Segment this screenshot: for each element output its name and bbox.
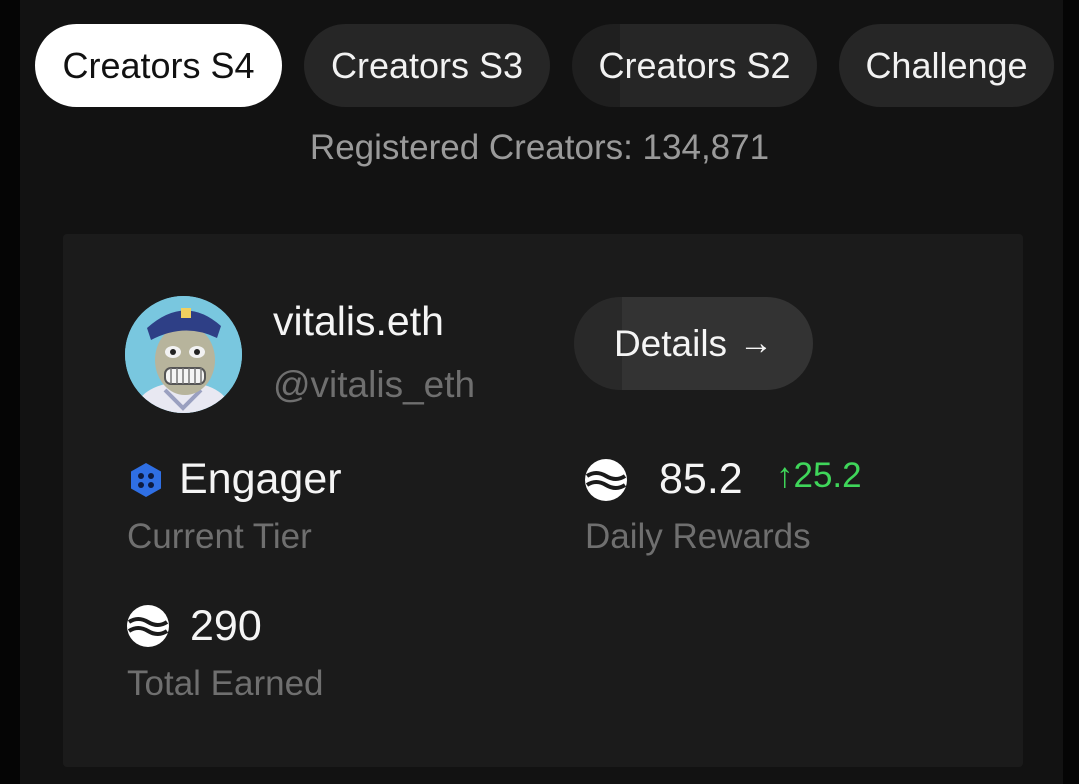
total-earned-label: Total Earned	[127, 664, 324, 703]
details-button[interactable]: Details →	[574, 297, 813, 390]
total-earned-value: 290	[190, 602, 262, 650]
tier-value: Engager	[179, 455, 342, 503]
token-icon	[126, 604, 170, 648]
tab-creators-s2[interactable]: Creators S2	[572, 24, 817, 107]
hexagon-tier-icon	[129, 462, 163, 498]
season-tabs: Creators S4 Creators S3 Creators S2 Chal…	[35, 24, 1054, 107]
daily-rewards-change: ↑25.2	[776, 456, 862, 495]
tab-creators-s3[interactable]: Creators S3	[304, 24, 550, 107]
details-label: Details	[613, 322, 728, 364]
arrow-right-icon: →	[739, 324, 774, 362]
tier-label: Current Tier	[127, 517, 312, 556]
tab-challenge[interactable]: Challenge	[839, 24, 1054, 107]
display-name: vitalis.eth	[273, 298, 444, 344]
user-handle: @vitalis_eth	[273, 364, 476, 405]
tab-creators-s4[interactable]: Creators S4	[35, 24, 282, 107]
avatar	[125, 296, 242, 413]
token-icon	[584, 458, 628, 502]
daily-rewards-value: 85.2	[659, 455, 743, 503]
registered-creators-count: Registered Creators: 134,871	[309, 128, 770, 167]
daily-rewards-label: Daily Rewards	[585, 517, 811, 556]
